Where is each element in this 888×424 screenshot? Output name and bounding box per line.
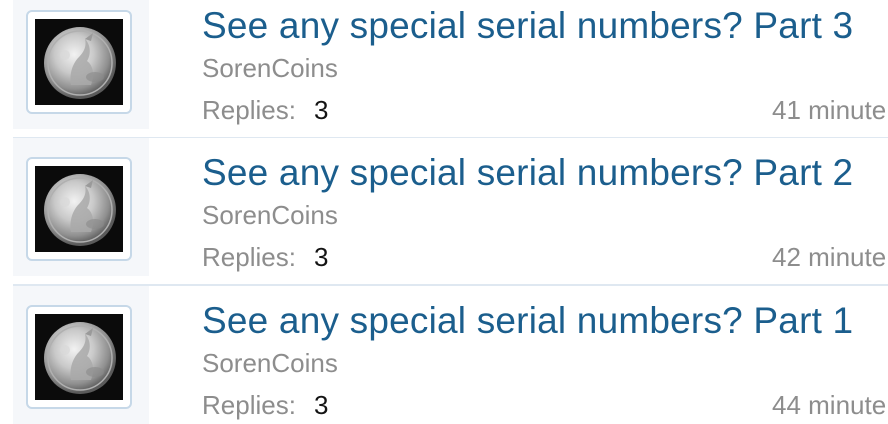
avatar-cell	[13, 0, 149, 129]
thread-row: See any special serial numbers? Part 1 S…	[13, 286, 888, 424]
last-post-time[interactable]: 42 minute	[772, 242, 886, 273]
replies-count: 3	[313, 390, 329, 420]
thread-row: See any special serial numbers? Part 2 S…	[13, 138, 888, 276]
avatar[interactable]	[26, 305, 132, 409]
avatar-cell	[13, 138, 149, 276]
thread-row: See any special serial numbers? Part 3 S…	[13, 0, 888, 129]
replies-count: 3	[313, 95, 329, 125]
thread-main: See any special serial numbers? Part 3 S…	[202, 0, 888, 129]
thread-main: See any special serial numbers? Part 1 S…	[202, 286, 888, 424]
last-post-time[interactable]: 41 minute	[772, 95, 886, 126]
silver-coin-avatar-icon	[35, 166, 123, 252]
thread-stats: Replies: 3	[202, 242, 328, 273]
thread-list: See any special serial numbers? Part 3 S…	[0, 0, 888, 424]
thread-stats: Replies: 3	[202, 95, 328, 126]
thread-title-link[interactable]: See any special serial numbers? Part 2	[202, 152, 853, 194]
last-post-time[interactable]: 44 minute	[772, 390, 886, 421]
thread-author-link[interactable]: SorenCoins	[202, 200, 338, 231]
replies-label: Replies:	[202, 95, 296, 125]
avatar-cell	[13, 286, 149, 424]
silver-coin-avatar-icon	[35, 314, 123, 400]
thread-main: See any special serial numbers? Part 2 S…	[202, 138, 888, 276]
replies-label: Replies:	[202, 390, 296, 420]
avatar[interactable]	[26, 157, 132, 261]
replies-label: Replies:	[202, 242, 296, 272]
replies-count: 3	[313, 242, 329, 272]
thread-title-link[interactable]: See any special serial numbers? Part 1	[202, 300, 853, 342]
thread-author-link[interactable]: SorenCoins	[202, 348, 338, 379]
silver-coin-avatar-icon	[35, 19, 123, 105]
thread-title-link[interactable]: See any special serial numbers? Part 3	[202, 5, 853, 47]
avatar[interactable]	[26, 10, 132, 114]
thread-author-link[interactable]: SorenCoins	[202, 53, 338, 84]
thread-stats: Replies: 3	[202, 390, 328, 421]
